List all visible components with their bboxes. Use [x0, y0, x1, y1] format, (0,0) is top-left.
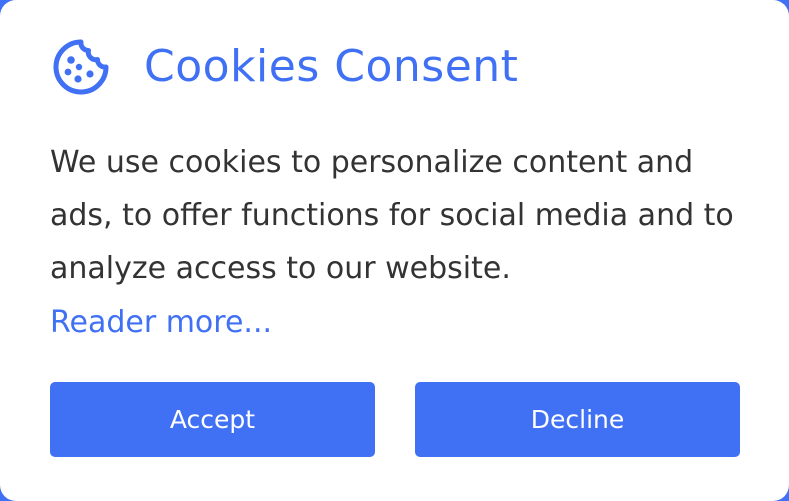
read-more-link[interactable]: Reader more... [50, 296, 272, 349]
consent-message: We use cookies to personalize content an… [50, 145, 734, 286]
dialog-header: Cookies Consent [50, 36, 518, 98]
decline-button[interactable]: Decline [415, 382, 740, 457]
accept-button[interactable]: Accept [50, 382, 375, 457]
cookie-icon [50, 36, 112, 98]
dialog-title: Cookies Consent [144, 41, 519, 92]
cookie-consent-dialog: Cookies Consent We use cookies to person… [0, 0, 789, 501]
